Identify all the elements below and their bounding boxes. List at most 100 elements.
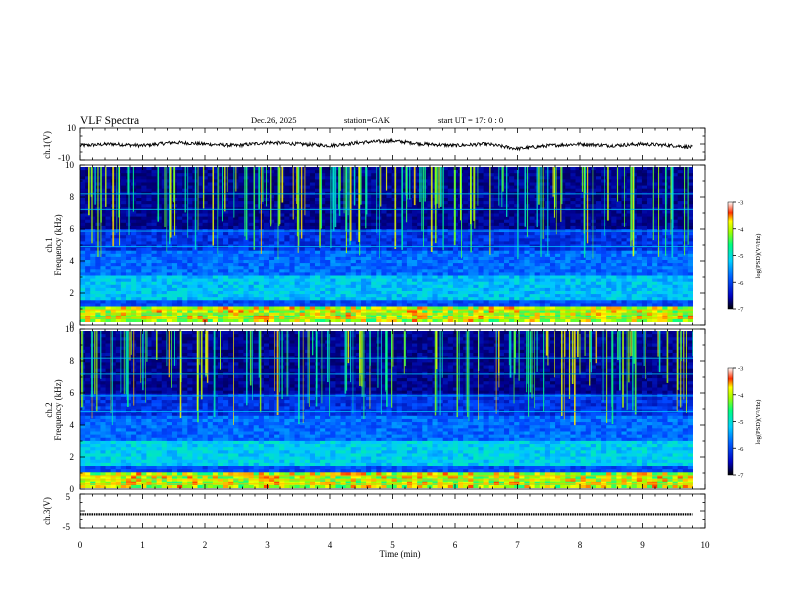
spectrogram-cell (115, 278, 122, 283)
spectrogram-cell (223, 235, 229, 239)
spectrogram-cell (248, 281, 255, 286)
spectrogram-cell (503, 266, 510, 270)
spectrogram-cell (146, 198, 152, 202)
spectrogram-cell (524, 263, 530, 267)
spectrogram-cell (151, 216, 158, 221)
spectrogram-cell (156, 260, 163, 264)
spectrogram-cell (223, 232, 229, 236)
spectrogram-cell (187, 272, 193, 276)
spectrogram-cell (233, 222, 239, 227)
spectrogram-cell (381, 269, 387, 273)
spectrogram-cell (585, 238, 592, 242)
spectrogram-cell (269, 188, 275, 193)
spectrogram-cell (263, 210, 270, 214)
spectrogram-cell (299, 198, 306, 202)
spectrogram-cell (514, 176, 520, 180)
spectrogram-cell (641, 275, 648, 279)
spectrogram-cell (151, 253, 158, 258)
spectrogram-cell (345, 272, 352, 276)
spectrogram-cell (463, 235, 469, 239)
spectrogram-cell (590, 182, 597, 186)
spectrogram-cell (105, 235, 112, 239)
spectrogram-cell (371, 250, 377, 255)
spectrogram-cell (238, 182, 244, 186)
spectrogram-cell (217, 260, 224, 264)
spectrogram-cell (560, 250, 566, 255)
spectrogram-cell (514, 179, 520, 183)
spectrogram-cell (606, 287, 612, 292)
spectrogram-cell (647, 182, 653, 186)
spectrogram-cell (90, 287, 96, 292)
spectrogram-cell (626, 260, 633, 264)
spectrogram-cell (371, 167, 377, 171)
spectrogram-cell (279, 287, 285, 292)
spectrogram-cell (289, 219, 295, 224)
spectrogram-cell (80, 219, 86, 224)
spectrogram-cell (136, 182, 142, 186)
spectrogram-cell (223, 185, 229, 190)
spectrogram-cell (156, 182, 163, 186)
spectrogram-cell (141, 176, 147, 180)
spectrogram-cell (309, 275, 316, 279)
spectrogram-cell (233, 266, 239, 270)
spectrogram-cell (503, 238, 510, 242)
spectrogram-cell (166, 287, 173, 292)
spectrogram-cell (289, 238, 295, 242)
spectrogram-cell (325, 291, 331, 295)
spectrogram-cell (340, 272, 347, 276)
spectrogram-cell (687, 210, 693, 214)
spectrogram-cell (529, 278, 536, 283)
spectrogram-cell (509, 225, 515, 230)
spectrogram-cell (182, 219, 188, 224)
spectrogram-cell (131, 250, 137, 255)
spectrogram-cell (529, 256, 536, 261)
spectrogram-cell (519, 204, 525, 208)
spectrogram-cell (105, 278, 112, 283)
spectrogram-cell (105, 256, 112, 261)
spectrogram-cell (386, 167, 393, 171)
spectrogram-cell (463, 185, 469, 190)
spectrogram-cell (483, 182, 490, 186)
spectrogram-cell (483, 241, 490, 245)
spectrogram-cell (539, 281, 546, 286)
spectrogram-cell (294, 256, 301, 261)
spectrogram-cell (289, 198, 295, 202)
spectrogram-cell (473, 287, 479, 292)
spectrogram-cell (687, 167, 693, 171)
spectrogram-cell (478, 266, 484, 270)
spectrogram-cell (258, 272, 265, 276)
spectrogram-cell (284, 269, 290, 273)
spectrogram-cell (514, 260, 520, 264)
spectrogram-cell (253, 287, 260, 292)
spectrogram-cell (299, 232, 306, 236)
spectrogram-cell (590, 247, 597, 252)
spectrogram-cell (284, 272, 290, 276)
spectrogram-cell (238, 263, 244, 267)
spectrogram-cell (626, 278, 633, 283)
spectrogram-cell (202, 219, 209, 224)
spectrogram-cell (682, 167, 689, 171)
spectrogram-cell (498, 225, 505, 230)
spectrogram-cell (570, 185, 576, 190)
spectrogram-cell (360, 278, 367, 283)
spectrogram-cell (606, 284, 612, 289)
spectrogram-cell (458, 272, 464, 276)
spectrogram-cell (238, 194, 244, 199)
spectrogram-cell (171, 272, 178, 276)
station-label: station=GAK (344, 115, 391, 125)
spectrogram-cell (386, 198, 393, 202)
spectrogram-cell (197, 284, 203, 289)
spectrogram-cell (171, 275, 178, 279)
spectrogram-cell (100, 287, 106, 292)
spectrogram-cell (621, 287, 627, 292)
spectrogram-cell (177, 225, 183, 230)
spectrogram-cell (417, 272, 423, 276)
spectrogram-cell (284, 241, 290, 245)
spectrogram-cell (555, 222, 561, 227)
spectrogram-cell (289, 194, 295, 199)
spectrogram-cell (284, 284, 290, 289)
spectrogram-cell (314, 250, 321, 255)
spectrogram-cell (595, 182, 602, 186)
spectrogram-cell (488, 284, 495, 289)
spectrogram-cell (682, 287, 689, 292)
